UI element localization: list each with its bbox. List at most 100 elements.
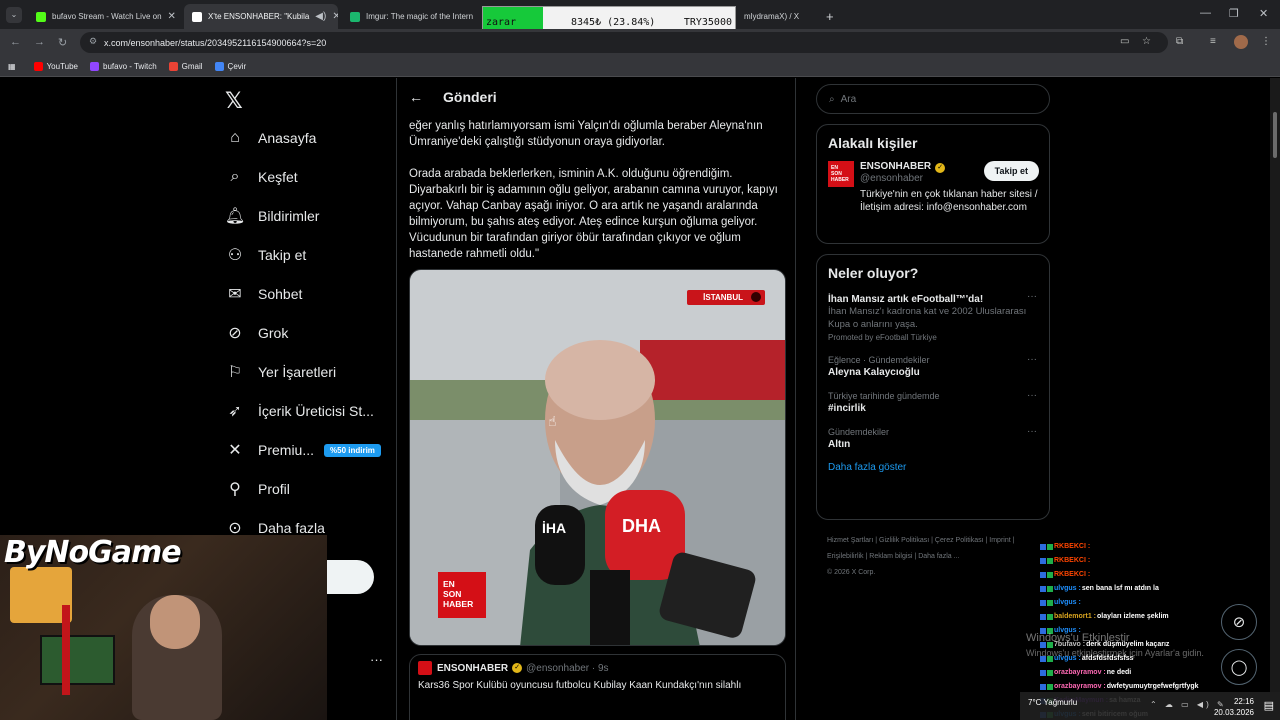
reload-icon[interactable]: ↻ [58, 36, 67, 49]
footer-link[interactable]: Daha fazla ... [918, 553, 959, 560]
footer-link[interactable]: Hizmet Şartları [827, 537, 873, 544]
chat-badge-icon [1047, 600, 1053, 606]
chat-badge-icon [1047, 544, 1053, 550]
user-bio: Türkiye'nin en çok tıklanan haber sitesi… [860, 189, 1038, 213]
nav-follow[interactable]: ⚇ Takip et [226, 243, 306, 267]
post-video[interactable]: İHA DHA İSTANBUL EN SON HABER [409, 269, 786, 646]
search-placeholder: Ara [840, 93, 857, 105]
back-arrow-icon[interactable]: ← [409, 89, 423, 105]
footer-link[interactable]: Erişilebilirlik [827, 553, 864, 560]
footer-link[interactable]: Imprint [989, 537, 1010, 544]
account-menu-icon[interactable]: ··· [370, 652, 383, 667]
nav-premium[interactable]: ✕ Premiu... %50 indirim [226, 438, 381, 462]
close-icon[interactable]: ✕ [162, 11, 176, 22]
bookmark-twitch[interactable]: bufavo - Twitch [90, 61, 157, 71]
chat-message: RKBEKCI : [1040, 554, 1240, 568]
streamer-face [150, 595, 200, 649]
kebab-menu-icon[interactable]: ⋮ [1261, 36, 1271, 47]
nav-grok[interactable]: ⊘ Grok [226, 321, 288, 345]
weather-widget[interactable]: 7°C Yağmurlu [1028, 698, 1077, 707]
nav-home[interactable]: ⌂ Anasayfa [226, 126, 316, 150]
dha-mic-label: DHA [622, 516, 661, 536]
extensions-icon[interactable]: ⧉ [1176, 36, 1183, 47]
related-user[interactable]: EN SON HABER ENSONHABER ✓ @ensonhaber Türki… [817, 157, 1049, 224]
bookmark-translate[interactable]: Çevir [214, 61, 246, 71]
nav-profile[interactable]: ⚲ Profil [226, 477, 290, 501]
trend-category: Gündemdekiler [828, 427, 890, 437]
notification-icon[interactable]: ▤ [1264, 699, 1274, 712]
trends-panel: Neler oluyor? İhan Mansız artık eFootbal… [816, 254, 1050, 520]
restore-icon[interactable]: ❐ [1229, 7, 1239, 20]
site-info-icon[interactable]: ⚙ [89, 36, 97, 47]
trend-more-icon[interactable]: ··· [1027, 390, 1037, 401]
close-icon[interactable]: ✕ [326, 11, 338, 22]
trend-item[interactable]: Türkiye tarihinde gündemde #incirlik ··· [817, 386, 1049, 422]
tab-kick[interactable]: bufavo Stream - Watch Live on ✕ [28, 4, 183, 29]
chat-user: ulvgus : [1054, 599, 1081, 606]
quoted-post[interactable]: ENSONHABER ✓ @ensonhaber · 9s Kars36 Spo… [409, 654, 786, 720]
trend-more-icon[interactable]: ··· [1027, 426, 1037, 437]
forward-icon[interactable]: → [34, 36, 45, 48]
chat-message: baldemort1 : olayları izleme şeklim [1040, 610, 1240, 624]
show-more-link[interactable]: Daha fazla göster [817, 458, 1049, 485]
trend-item[interactable]: İhan Mansız artık eFootball™'da! İhan Ma… [817, 287, 1049, 350]
nav-explore[interactable]: ⌕ Keşfet [226, 165, 298, 189]
nav-notifications[interactable]: 🔔︎ Bildirimler [225, 204, 320, 228]
footer-link[interactable]: Gizlilik Politikası [879, 537, 929, 544]
minimize-icon[interactable]: — [1200, 7, 1211, 19]
trend-title: Altın [828, 439, 851, 450]
nav-creator-studio[interactable]: ➶ İçerik Üreticisi St... [226, 399, 374, 423]
tab-imgur[interactable]: Imgur: The magic of the Intern [342, 4, 482, 29]
post-column: eğer yanlış hatırlamıyorsam ismi Yalçın'… [396, 78, 796, 720]
speaker-icon[interactable]: ◀) [309, 11, 326, 22]
clock-time: 22:16 [1233, 697, 1254, 706]
gmail-icon [168, 61, 178, 71]
scrollbar-thumb[interactable] [1273, 112, 1277, 158]
follow-button[interactable]: Takip et [983, 161, 1039, 181]
footer-link[interactable]: Çerez Politikası [935, 537, 984, 544]
search-input[interactable]: ⌕ Ara [816, 84, 1050, 114]
chat-badge-icon [1040, 544, 1046, 550]
nav-bookmarks[interactable]: ⚐ Yer İşaretleri [226, 360, 336, 384]
bookmark-gmail[interactable]: Gmail [168, 61, 203, 71]
chat-badge-icon [1040, 670, 1046, 676]
system-clock[interactable]: 22:16 20.03.2026 [1214, 696, 1254, 718]
trend-more-icon[interactable]: ··· [1027, 291, 1037, 302]
avatar[interactable] [418, 661, 432, 675]
new-tab-button[interactable]: + [818, 4, 840, 29]
tab-search-button[interactable]: ⌄ [6, 7, 22, 23]
footer-link[interactable]: Reklam bilgisi [869, 553, 912, 560]
url-input[interactable]: ⚙ x.com/ensonhaber/status/20349521161549… [80, 32, 1168, 53]
reading-list-icon[interactable]: ≡ [1210, 36, 1216, 47]
apps-icon[interactable]: ▦ [8, 62, 16, 71]
close-window-icon[interactable]: ✕ [1259, 7, 1268, 20]
page-scrollbar[interactable] [1270, 78, 1280, 692]
user-name[interactable]: ENSONHABER [860, 161, 931, 172]
discount-badge: %50 indirim [324, 443, 381, 457]
tab-title: X'te ENSONHABER: "Kubila [208, 12, 310, 21]
promoted-label: Promoted by eFootball Türkiye [828, 333, 937, 342]
back-icon[interactable]: ← [10, 36, 21, 48]
messages-button[interactable]: ◯ [1221, 649, 1257, 685]
tab-x-drama[interactable]: mlydramaX) / X [736, 4, 816, 29]
quoted-author[interactable]: ENSONHABER [437, 663, 508, 674]
bookmark-youtube[interactable]: YouTube [33, 61, 78, 71]
x-logo-icon[interactable]: 𝕏 [225, 88, 243, 114]
avatar[interactable]: EN SON HABER [828, 161, 854, 187]
profile-avatar[interactable] [1234, 35, 1248, 49]
trend-more-icon[interactable]: ··· [1027, 354, 1037, 365]
ensonhaber-logo: EN SON HABER [438, 572, 486, 618]
chat-badge-icon [1047, 684, 1053, 690]
x-favicon-icon [192, 11, 202, 22]
nav-messages[interactable]: ✉ Sohbet [226, 282, 302, 306]
trend-item[interactable]: Gündemdekiler Altın ··· [817, 422, 1049, 458]
trend-item[interactable]: Eğlence · Gündemdekiler Aleyna Kalaycıoğ… [817, 350, 1049, 386]
bookmark-icon: ⚐ [227, 364, 243, 381]
grok-button[interactable]: ⊘ [1221, 604, 1257, 640]
bookmark-star-icon[interactable]: ☆ [1142, 36, 1151, 47]
tab-x-post[interactable]: X'te ENSONHABER: "Kubila ◀) ✕ [184, 4, 338, 29]
cast-icon[interactable]: ▭ [1120, 36, 1129, 47]
nav-label: Takip et [258, 247, 307, 263]
tab-title: bufavo Stream - Watch Live on [52, 12, 162, 21]
chat-text: ne dedi [1106, 669, 1132, 676]
